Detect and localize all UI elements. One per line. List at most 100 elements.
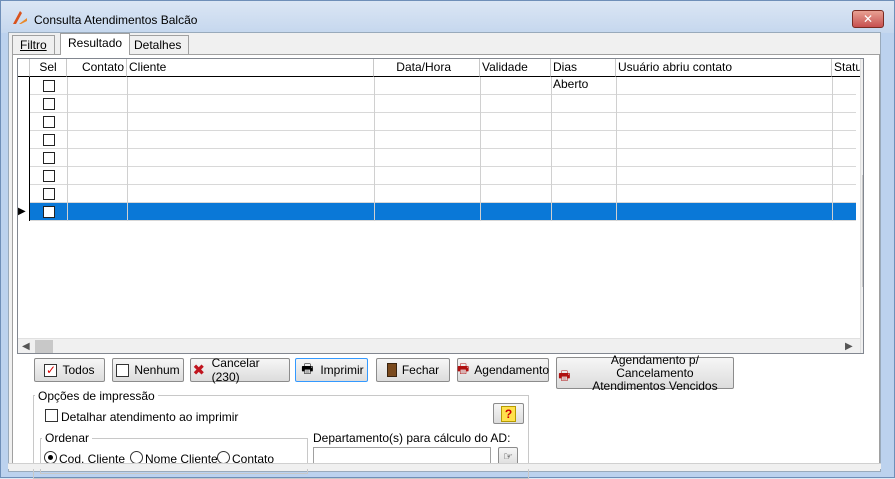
table-row[interactable] bbox=[18, 185, 856, 203]
button-label: Imprimir bbox=[320, 363, 364, 377]
header-indicator bbox=[18, 59, 30, 77]
cell-separator bbox=[832, 95, 833, 113]
status-bar bbox=[8, 463, 881, 469]
help-icon: ? bbox=[500, 405, 517, 422]
cell-separator bbox=[616, 185, 617, 203]
row-select-checkbox[interactable] bbox=[43, 116, 55, 128]
results-grid[interactable]: Sel Contato Cliente Data/Hora Validade D… bbox=[17, 58, 864, 354]
row-select-checkbox[interactable] bbox=[43, 170, 55, 182]
column-header-dias-aberto[interactable]: Dias Aberto bbox=[551, 59, 616, 91]
checkbox-checked-icon: ✓ bbox=[44, 362, 58, 377]
cell-separator bbox=[127, 131, 128, 149]
scroll-left-icon[interactable]: ◀ bbox=[22, 341, 30, 352]
cell-separator bbox=[127, 113, 128, 131]
row-indicator[interactable] bbox=[18, 131, 30, 149]
cell-separator bbox=[832, 149, 833, 167]
title-bar[interactable]: Consulta Atendimentos Balcão ✕ bbox=[1, 1, 894, 33]
row-indicator[interactable] bbox=[18, 113, 30, 131]
cell-separator bbox=[374, 131, 375, 149]
cell-separator bbox=[127, 167, 128, 185]
row-select-checkbox[interactable] bbox=[43, 188, 55, 200]
scroll-thumb[interactable] bbox=[862, 175, 863, 287]
tab-resultado[interactable]: Resultado bbox=[60, 33, 131, 55]
cell-separator bbox=[480, 77, 481, 95]
schedule-button[interactable]: 🖶 Agendamento bbox=[457, 358, 549, 382]
cell-separator bbox=[374, 113, 375, 131]
cell-separator bbox=[127, 149, 128, 167]
cell-separator bbox=[832, 167, 833, 185]
cell-separator bbox=[67, 185, 68, 203]
column-header-data-hora[interactable]: Data/Hora bbox=[374, 59, 480, 77]
cell-separator bbox=[67, 77, 68, 95]
department-label: Departamento(s) para cálculo do AD: bbox=[313, 431, 511, 445]
table-row[interactable] bbox=[18, 149, 856, 167]
cell-separator bbox=[616, 95, 617, 113]
table-row[interactable] bbox=[18, 95, 856, 113]
cell-separator bbox=[480, 203, 481, 221]
vertical-scrollbar[interactable]: ▲ ▼ bbox=[860, 59, 863, 353]
schedule-cancel-expired-button[interactable]: 🖶 Agendamento p/ Cancelamento Atendiment… bbox=[556, 353, 734, 392]
row-select-checkbox[interactable] bbox=[43, 98, 55, 110]
tab-label: Detalhes bbox=[134, 38, 182, 52]
red-x-icon: ✖ bbox=[192, 361, 206, 379]
client-area: Filtro Resultado Detalhes Sel Contato Cl… bbox=[8, 32, 881, 479]
tab-page-resultado: Sel Contato Cliente Data/Hora Validade D… bbox=[12, 54, 880, 479]
close-window-button[interactable]: Fechar bbox=[376, 358, 450, 382]
button-label: Agendamento p/ Cancelamento Atendimentos… bbox=[577, 353, 733, 393]
print-button[interactable]: 🖶 Imprimir bbox=[295, 358, 368, 382]
detail-checkbox[interactable] bbox=[45, 409, 58, 422]
cell-separator bbox=[616, 167, 617, 185]
cell-separator bbox=[616, 113, 617, 131]
table-row[interactable] bbox=[18, 167, 856, 185]
column-header-usuario[interactable]: Usuário abriu contato bbox=[616, 59, 832, 77]
cell-separator bbox=[551, 149, 552, 167]
cell-separator bbox=[374, 95, 375, 113]
close-icon: ✕ bbox=[862, 12, 874, 26]
cell-separator bbox=[374, 167, 375, 185]
help-button[interactable]: ? bbox=[493, 403, 524, 424]
column-header-contato[interactable]: Contato bbox=[67, 59, 127, 77]
checkbox-empty-icon bbox=[116, 363, 130, 377]
row-indicator[interactable] bbox=[18, 149, 30, 167]
cell-separator bbox=[551, 167, 552, 185]
tab-label: Resultado bbox=[68, 36, 123, 50]
row-indicator[interactable] bbox=[18, 185, 30, 203]
cell-separator bbox=[480, 167, 481, 185]
sort-group-label: Ordenar bbox=[42, 431, 93, 445]
button-label: Fechar bbox=[401, 363, 440, 377]
row-indicator[interactable] bbox=[18, 95, 30, 113]
table-row[interactable] bbox=[18, 113, 856, 131]
horizontal-scrollbar[interactable]: ◀ ▶ bbox=[18, 338, 860, 353]
row-indicator[interactable]: ▶ bbox=[18, 203, 30, 221]
tab-detalhes[interactable]: Detalhes bbox=[126, 35, 190, 54]
tab-filtro[interactable]: Filtro bbox=[12, 35, 55, 54]
cell-separator bbox=[480, 113, 481, 131]
row-indicator[interactable] bbox=[18, 77, 30, 95]
table-row[interactable] bbox=[18, 131, 856, 149]
table-row[interactable] bbox=[18, 77, 856, 95]
cell-separator bbox=[616, 203, 617, 221]
row-select-checkbox[interactable] bbox=[43, 206, 55, 218]
hscroll-thumb[interactable] bbox=[35, 340, 53, 353]
column-header-status[interactable]: Statu bbox=[832, 59, 862, 77]
cancel-button[interactable]: ✖ Cancelar (230) bbox=[190, 356, 290, 384]
scroll-right-icon[interactable]: ▶ bbox=[845, 341, 853, 352]
row-select-checkbox[interactable] bbox=[43, 80, 55, 92]
cell-separator bbox=[127, 95, 128, 113]
button-label: Nenhum bbox=[134, 363, 180, 377]
cell-separator bbox=[551, 131, 552, 149]
row-select-checkbox[interactable] bbox=[43, 134, 55, 146]
select-none-button[interactable]: Nenhum bbox=[112, 358, 184, 382]
cell-separator bbox=[374, 185, 375, 203]
table-row[interactable]: ▶ bbox=[18, 203, 856, 221]
column-header-validade[interactable]: Validade bbox=[480, 59, 551, 77]
row-indicator[interactable] bbox=[18, 167, 30, 185]
select-all-button[interactable]: ✓ Todos bbox=[34, 358, 105, 382]
row-select-checkbox[interactable] bbox=[43, 152, 55, 164]
column-header-sel[interactable]: Sel bbox=[30, 59, 67, 77]
cell-separator bbox=[127, 203, 128, 221]
column-header-cliente[interactable]: Cliente bbox=[127, 59, 374, 77]
cell-separator bbox=[67, 167, 68, 185]
cell-separator bbox=[374, 203, 375, 221]
close-button[interactable]: ✕ bbox=[852, 10, 884, 28]
